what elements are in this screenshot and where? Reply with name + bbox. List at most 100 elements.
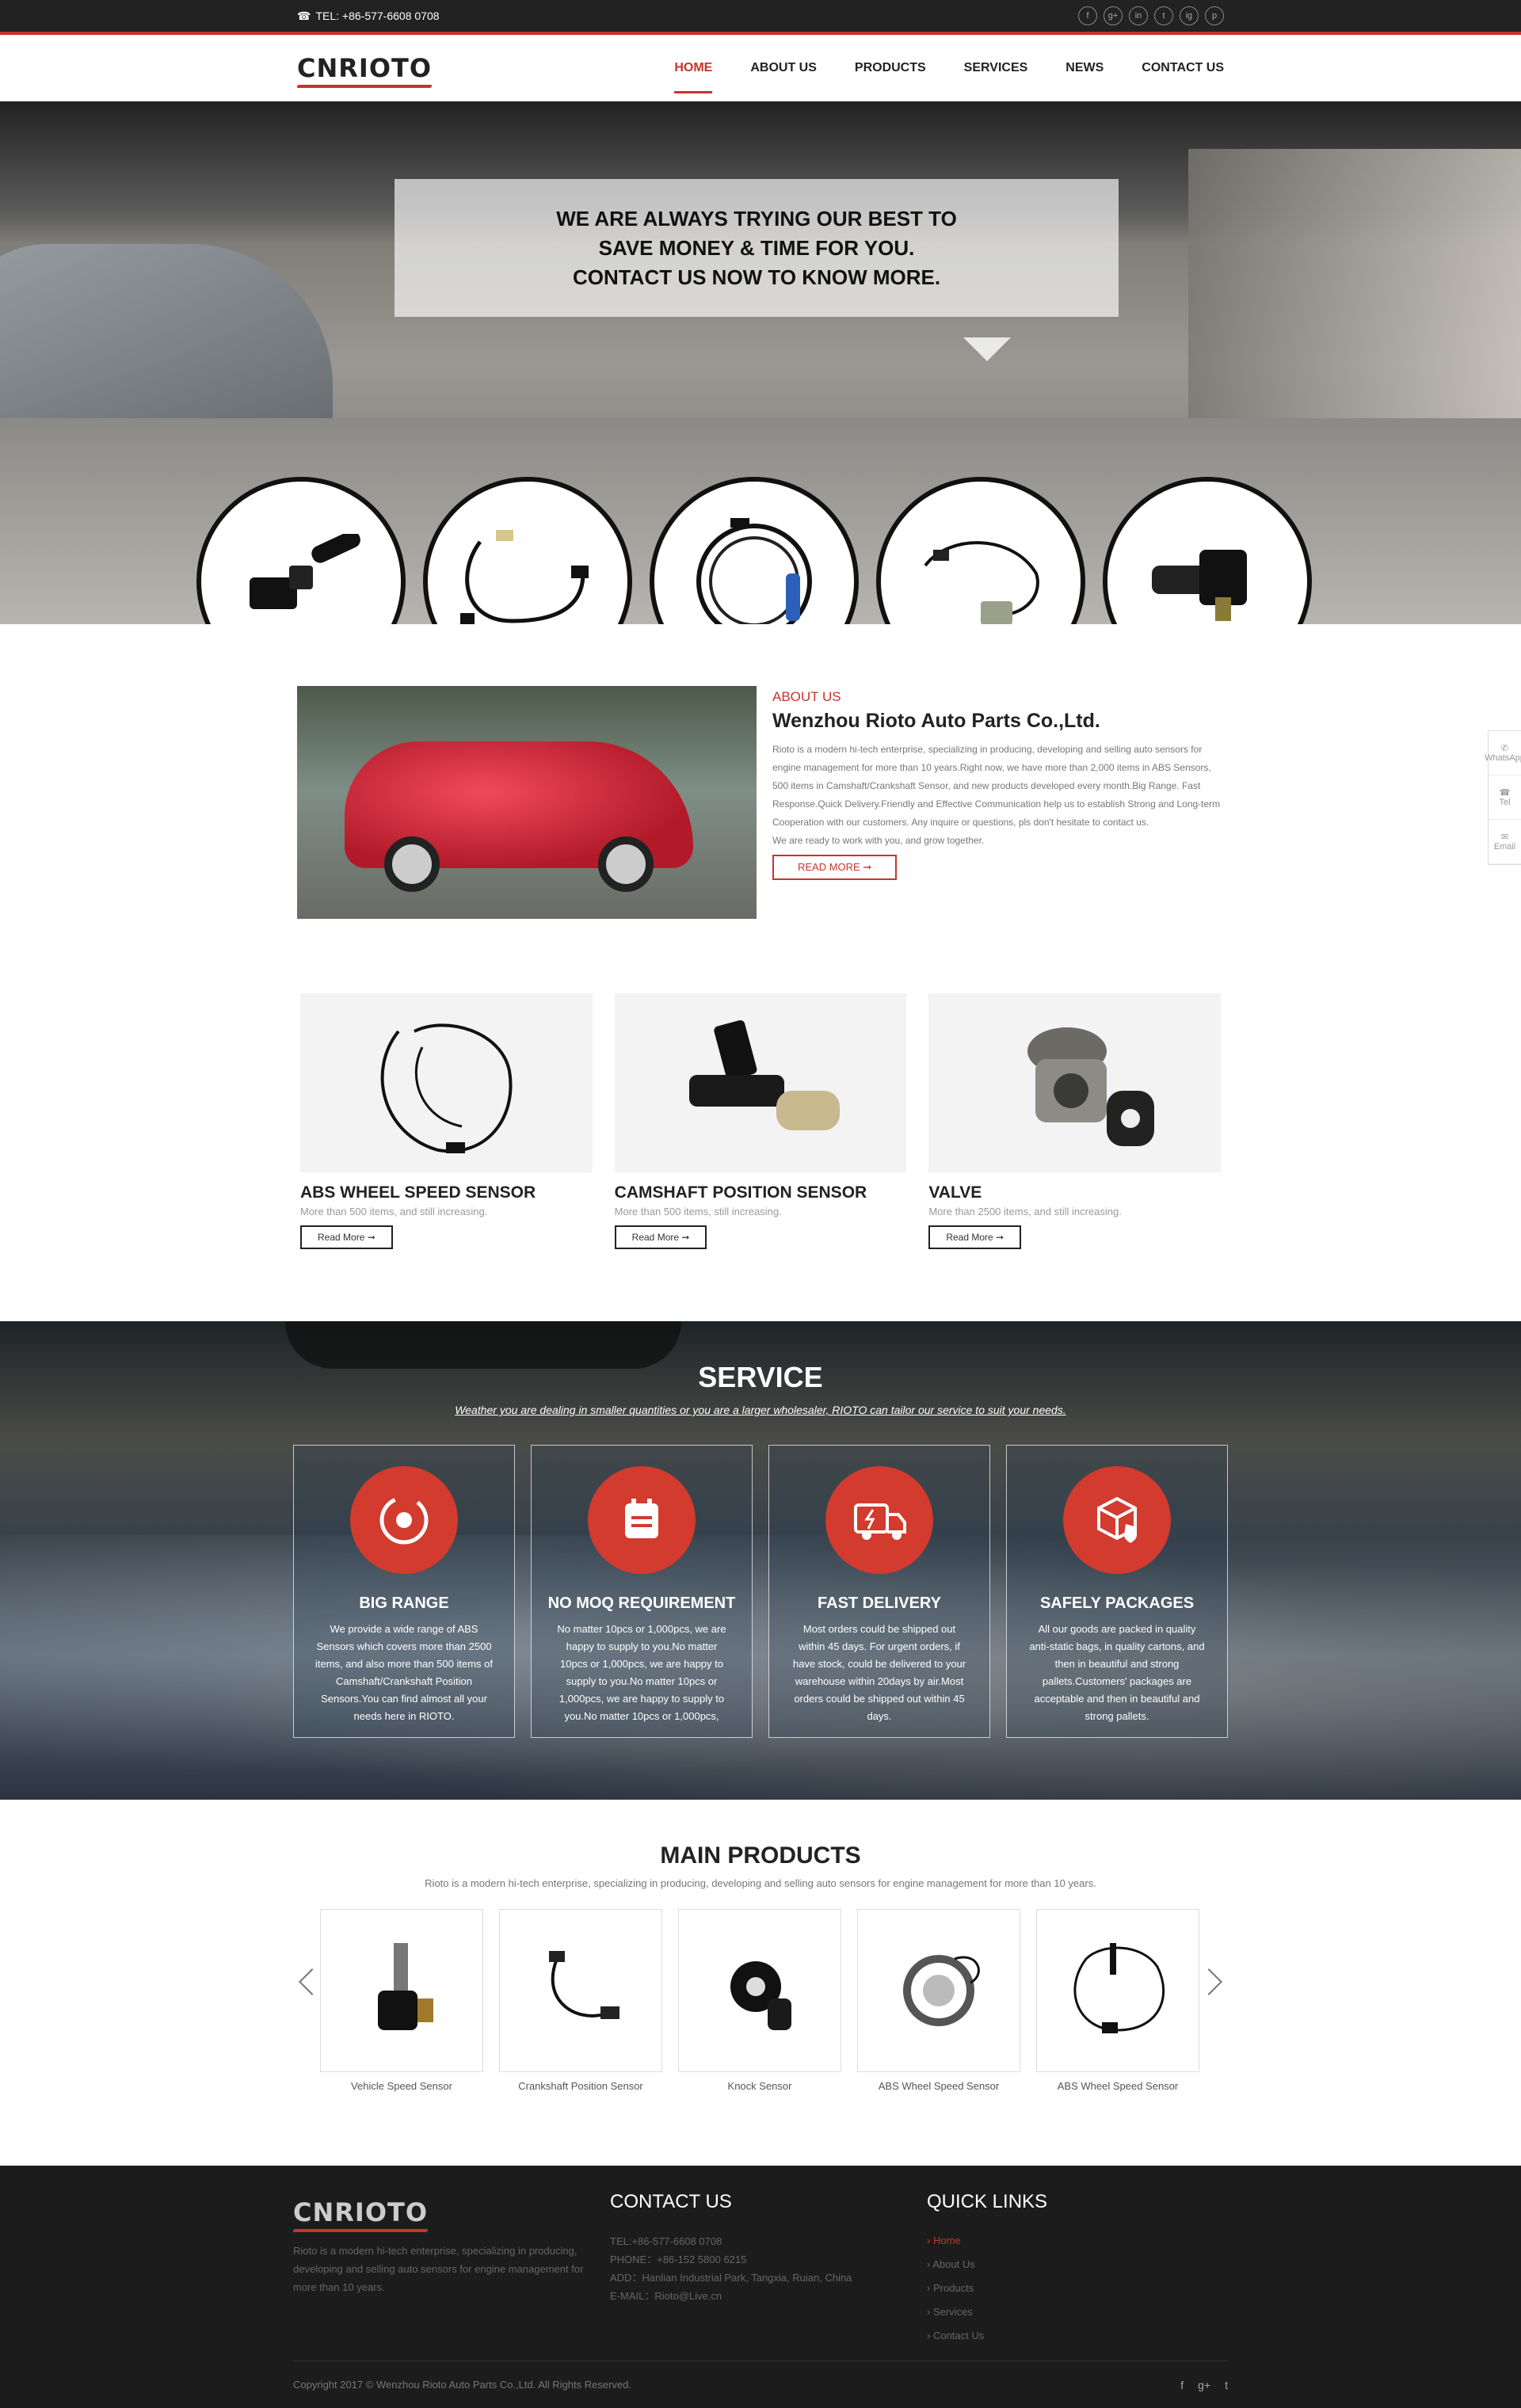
product-image[interactable] — [320, 1909, 483, 2072]
clipboard-icon — [588, 1466, 696, 1574]
product-label[interactable]: Knock Sensor — [678, 2080, 841, 2092]
nav-contact-us[interactable]: CONTACT US — [1142, 35, 1224, 101]
nav-services[interactable]: SERVICES — [964, 35, 1028, 101]
footer-link-contact-us[interactable]: › Contact Us — [927, 2324, 1047, 2348]
footer-links-title: QUICK LINKS — [927, 2191, 1048, 2212]
footer-columns: CNRIOTO Rioto is a modern hi-tech enterp… — [293, 2189, 1228, 2348]
delivery-truck-icon — [825, 1466, 933, 1574]
valve-image[interactable] — [928, 993, 1222, 1172]
linkedin-icon[interactable]: in — [1129, 6, 1148, 25]
footer-bottom: Copyright 2017 © Wenzhou Rioto Auto Part… — [293, 2360, 1228, 2408]
main-products-title: MAIN PRODUCTS — [660, 1842, 861, 1869]
product-image[interactable] — [678, 1909, 841, 2072]
nav-about-us[interactable]: ABOUT US — [750, 35, 817, 101]
nav-products[interactable]: PRODUCTS — [855, 35, 926, 101]
service-card-title: SAFELY PACKAGES — [1039, 1595, 1195, 1612]
footer-quick-links: QUICK LINKS › Home › About Us › Products… — [927, 2189, 1047, 2348]
copyright: Copyright 2017 © Wenzhou Rioto Auto Part… — [293, 2379, 632, 2391]
product-item[interactable]: Knock Sensor — [678, 1909, 841, 2092]
twitter-icon[interactable]: t — [1154, 6, 1173, 25]
category-section: ABS WHEEL SPEED SENSOR More than 500 ite… — [297, 993, 1224, 1249]
service-card-title: BIG RANGE — [359, 1595, 449, 1612]
google-plus-icon[interactable]: g+ — [1198, 2379, 1210, 2391]
main-products-header: MAIN PRODUCTS Rioto is a modern hi-tech … — [0, 1842, 1521, 1889]
service-card-title: NO MOQ REQUIREMENT — [547, 1595, 736, 1612]
instagram-icon[interactable]: ig — [1180, 6, 1199, 25]
service-card: SAFELY PACKAGES All our goods are packed… — [1006, 1445, 1228, 1738]
product-image[interactable] — [1036, 1909, 1199, 2072]
hero-line-1: WE ARE ALWAYS TRYING OUR BEST TO — [556, 206, 957, 231]
service-card-text: All our goods are packed in quality anti… — [1029, 1623, 1205, 1722]
footer-email[interactable]: E-MAIL：Rioto@Live.cn — [610, 2287, 927, 2305]
nav-news[interactable]: NEWS — [1065, 35, 1104, 101]
abs-sensor-image[interactable] — [300, 993, 593, 1172]
tel-button[interactable]: ☎ Tel — [1489, 775, 1521, 820]
hero-product-image — [423, 477, 632, 624]
footer-logo[interactable]: CNRIOTO — [293, 2197, 428, 2227]
product-image[interactable] — [499, 1909, 662, 2072]
product-label[interactable]: Vehicle Speed Sensor — [320, 2080, 483, 2092]
product-item[interactable]: Crankshaft Position Sensor — [499, 1909, 662, 2092]
footer-link-services[interactable]: › Services — [927, 2300, 1047, 2324]
product-label[interactable]: ABS Wheel Speed Sensor — [1036, 2080, 1199, 2092]
about-text: ABOUT US Wenzhou Rioto Auto Parts Co.,Lt… — [772, 686, 1224, 919]
header: CNRIOTO HOME ABOUT US PRODUCTS SERVICES … — [0, 35, 1521, 101]
facebook-icon[interactable]: f — [1078, 6, 1097, 25]
product-item[interactable]: Vehicle Speed Sensor — [320, 1909, 483, 2092]
about-label: ABOUT US — [772, 689, 841, 704]
service-card: FAST DELIVERY Most orders could be shipp… — [768, 1445, 990, 1738]
footer-link-home[interactable]: › Home — [927, 2229, 1047, 2253]
footer-social-icons: f g+ t — [1180, 2379, 1228, 2391]
pinterest-icon[interactable]: p — [1205, 6, 1224, 25]
about-body: Rioto is a modern hi-tech enterprise, sp… — [772, 741, 1224, 850]
site-logo[interactable]: CNRIOTO — [297, 53, 432, 83]
hero-product-image — [876, 477, 1085, 624]
category-title: CAMSHAFT POSITION SENSOR — [614, 1183, 867, 1202]
google-plus-icon[interactable]: g+ — [1104, 6, 1123, 25]
category-card: CAMSHAFT POSITION SENSOR More than 500 i… — [614, 993, 907, 1249]
email-icon: ✉ — [1500, 833, 1509, 842]
email-button[interactable]: ✉ Email — [1489, 820, 1521, 864]
facebook-icon[interactable]: f — [1180, 2379, 1184, 2391]
carousel-next-arrow-icon[interactable] — [1195, 1968, 1222, 1995]
twitter-icon[interactable]: t — [1225, 2379, 1228, 2391]
category-card: VALVE More than 2500 items, and still in… — [928, 993, 1222, 1249]
main-nav: HOME ABOUT US PRODUCTS SERVICES NEWS CON… — [674, 35, 1224, 101]
product-item[interactable]: ABS Wheel Speed Sensor — [857, 1909, 1020, 2092]
about-title: Wenzhou Rioto Auto Parts Co.,Ltd. — [772, 710, 1100, 732]
nav-home[interactable]: HOME — [674, 35, 713, 101]
product-item[interactable]: ABS Wheel Speed Sensor — [1036, 1909, 1199, 2092]
footer-address: ADD：Hanlian Industrial Park, Tangxia, Ru… — [610, 2272, 852, 2284]
about-paragraph: Rioto is a modern hi-tech enterprise, sp… — [772, 744, 1221, 828]
service-card-text: Most orders could be shipped out within … — [792, 1623, 966, 1722]
camshaft-sensor-image[interactable] — [614, 993, 907, 1172]
read-more-button[interactable]: READ MORE ➞ — [772, 855, 898, 880]
category-title: VALVE — [928, 1183, 982, 1202]
service-cards: BIG RANGE We provide a wide range of ABS… — [293, 1445, 1228, 1738]
read-more-button[interactable]: Read More ➞ — [928, 1225, 1022, 1249]
service-card-text: No matter 10pcs or 1,000pcs, we are happ… — [557, 1623, 726, 1722]
read-more-button[interactable]: Read More ➞ — [614, 1225, 707, 1249]
footer-description: Rioto is a modern hi-tech enterprise, sp… — [293, 2245, 584, 2293]
service-card: BIG RANGE We provide a wide range of ABS… — [293, 1445, 515, 1738]
hero-line-2: SAVE MONEY & TIME FOR YOU. — [598, 235, 915, 260]
category-subtitle: More than 500 items, and still increasin… — [300, 1206, 488, 1217]
product-label[interactable]: ABS Wheel Speed Sensor — [857, 2080, 1020, 2092]
read-more-button[interactable]: Read More ➞ — [300, 1225, 393, 1249]
whatsapp-icon: ✆ — [1500, 744, 1509, 753]
footer-phone: PHONE：+86-152 5800 6215 — [610, 2254, 747, 2265]
main-products-subtitle: Rioto is a modern hi-tech enterprise, sp… — [425, 1877, 1096, 1889]
phone-number: ☎ TEL: +86-577-6608 0708 — [297, 10, 440, 23]
category-title: ABS WHEEL SPEED SENSOR — [300, 1183, 536, 1202]
whatsapp-button[interactable]: ✆ WhatsApp — [1485, 731, 1521, 775]
footer-contact: CONTACT US TEL:+86-577-6608 0708 PHONE：+… — [610, 2189, 927, 2348]
product-image[interactable] — [857, 1909, 1020, 2072]
footer-tel: TEL:+86-577-6608 0708 — [610, 2235, 722, 2247]
product-label[interactable]: Crankshaft Position Sensor — [499, 2080, 662, 2092]
tel-label: Tel — [1499, 798, 1511, 807]
phone-icon: ☎ — [1499, 788, 1511, 798]
service-card-title: FAST DELIVERY — [818, 1595, 941, 1612]
footer-link-products[interactable]: › Products — [927, 2277, 1047, 2300]
category-subtitle: More than 2500 items, and still increasi… — [928, 1206, 1122, 1217]
footer-link-about-us[interactable]: › About Us — [927, 2253, 1047, 2277]
